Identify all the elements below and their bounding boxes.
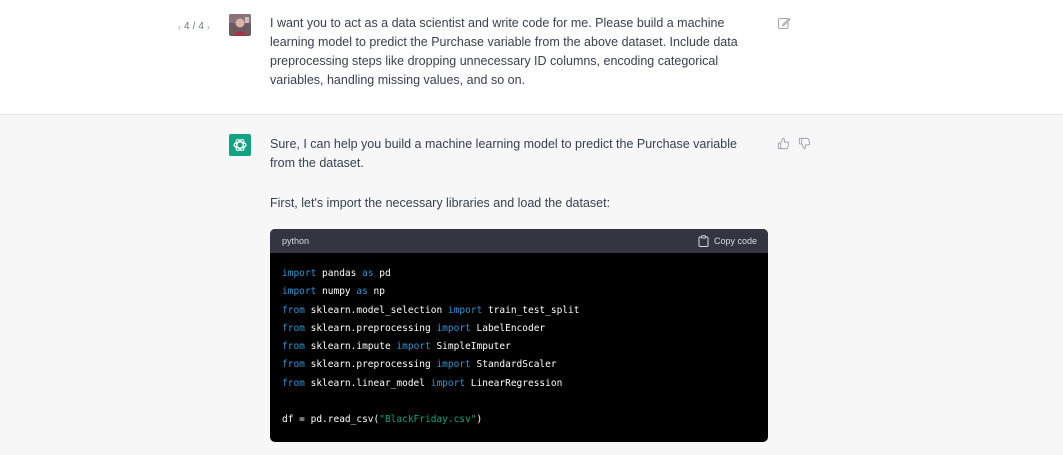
code-line: import pandas as pd [282,265,756,283]
code-text: sklearn.preprocessing [304,359,437,371]
chevron-right-icon[interactable]: › [207,22,210,32]
code-line: df = pd.read_csv("BlackFriday.csv") [282,411,756,429]
chevron-left-icon[interactable]: ‹ [178,22,181,32]
code-line: from sklearn.impute import SimpleImputer [282,338,756,356]
code-text: sklearn.model_selection [304,304,448,316]
code-text: numpy [316,286,357,298]
code-text: sklearn.preprocessing [304,322,437,334]
copy-code-button[interactable]: Copy code [698,235,757,247]
code-keyword: import [282,286,317,298]
copy-code-label: Copy code [713,236,757,246]
pager-total: 4 [198,21,204,32]
code-header: python Copy code [270,229,768,253]
code-content: import pandas as pd import numpy as np fro… [270,253,768,430]
code-text: sklearn.impute [304,341,397,353]
code-text: LabelEncoder [470,322,546,334]
code-keyword: import [436,359,471,371]
pager-separator: / [192,21,196,32]
code-line: from sklearn.linear_model import LinearR… [282,375,756,393]
response-pager: ‹ 4 / 4 › [178,21,210,32]
code-keyword: as [356,286,368,298]
code-line: from sklearn.model_selection import trai… [282,302,756,320]
code-language-label: python [282,236,310,246]
code-keyword: import [447,304,483,316]
code-keyword: import [282,268,317,279]
openai-logo-icon [229,134,251,156]
code-line: import numpy as np [282,283,756,301]
code-keyword: from [282,304,305,316]
pager-current: 4 [184,21,190,32]
code-line: from sklearn.preprocessing import Standa… [282,356,756,374]
thumbs-up-icon[interactable] [777,137,790,150]
code-text: SimpleImputer [430,341,511,353]
clipboard-icon [698,235,709,247]
assistant-paragraph-1: Sure, I can help you build a machine lea… [270,137,737,170]
code-text: sklearn.linear_model [304,377,431,389]
code-text: np [367,286,385,298]
code-keyword: import [396,341,431,353]
code-text: pd [373,268,391,279]
code-keyword: from [282,359,305,371]
code-keyword: from [282,377,305,389]
code-text: StandardScaler [470,359,557,371]
code-keyword: from [282,322,305,334]
code-text: ) [476,414,483,426]
code-block: python Copy code import pandas as pd impo… [270,229,768,442]
edit-icon[interactable] [777,16,791,30]
code-keyword: as [362,268,374,279]
code-text: pandas [316,268,363,279]
thumbs-down-icon[interactable] [798,137,811,150]
code-string: "BlackFriday.csv" [379,414,477,426]
assistant-paragraph-2: First, let's import the necessary librar… [270,196,611,210]
code-keyword: from [282,341,305,353]
code-text: train_test_split [482,304,580,316]
code-keyword: import [436,322,471,334]
code-keyword: import [430,377,466,389]
user-message-row: ‹ 4 / 4 › I want you to act as a data sc… [0,0,1063,115]
user-avatar [229,14,251,36]
code-text: df = pd.read_csv( [282,414,380,426]
code-text: LinearRegression [465,377,563,389]
code-line: from sklearn.preprocessing import LabelE… [282,320,756,338]
user-message-text: I want you to act as a data scientist an… [270,16,738,87]
